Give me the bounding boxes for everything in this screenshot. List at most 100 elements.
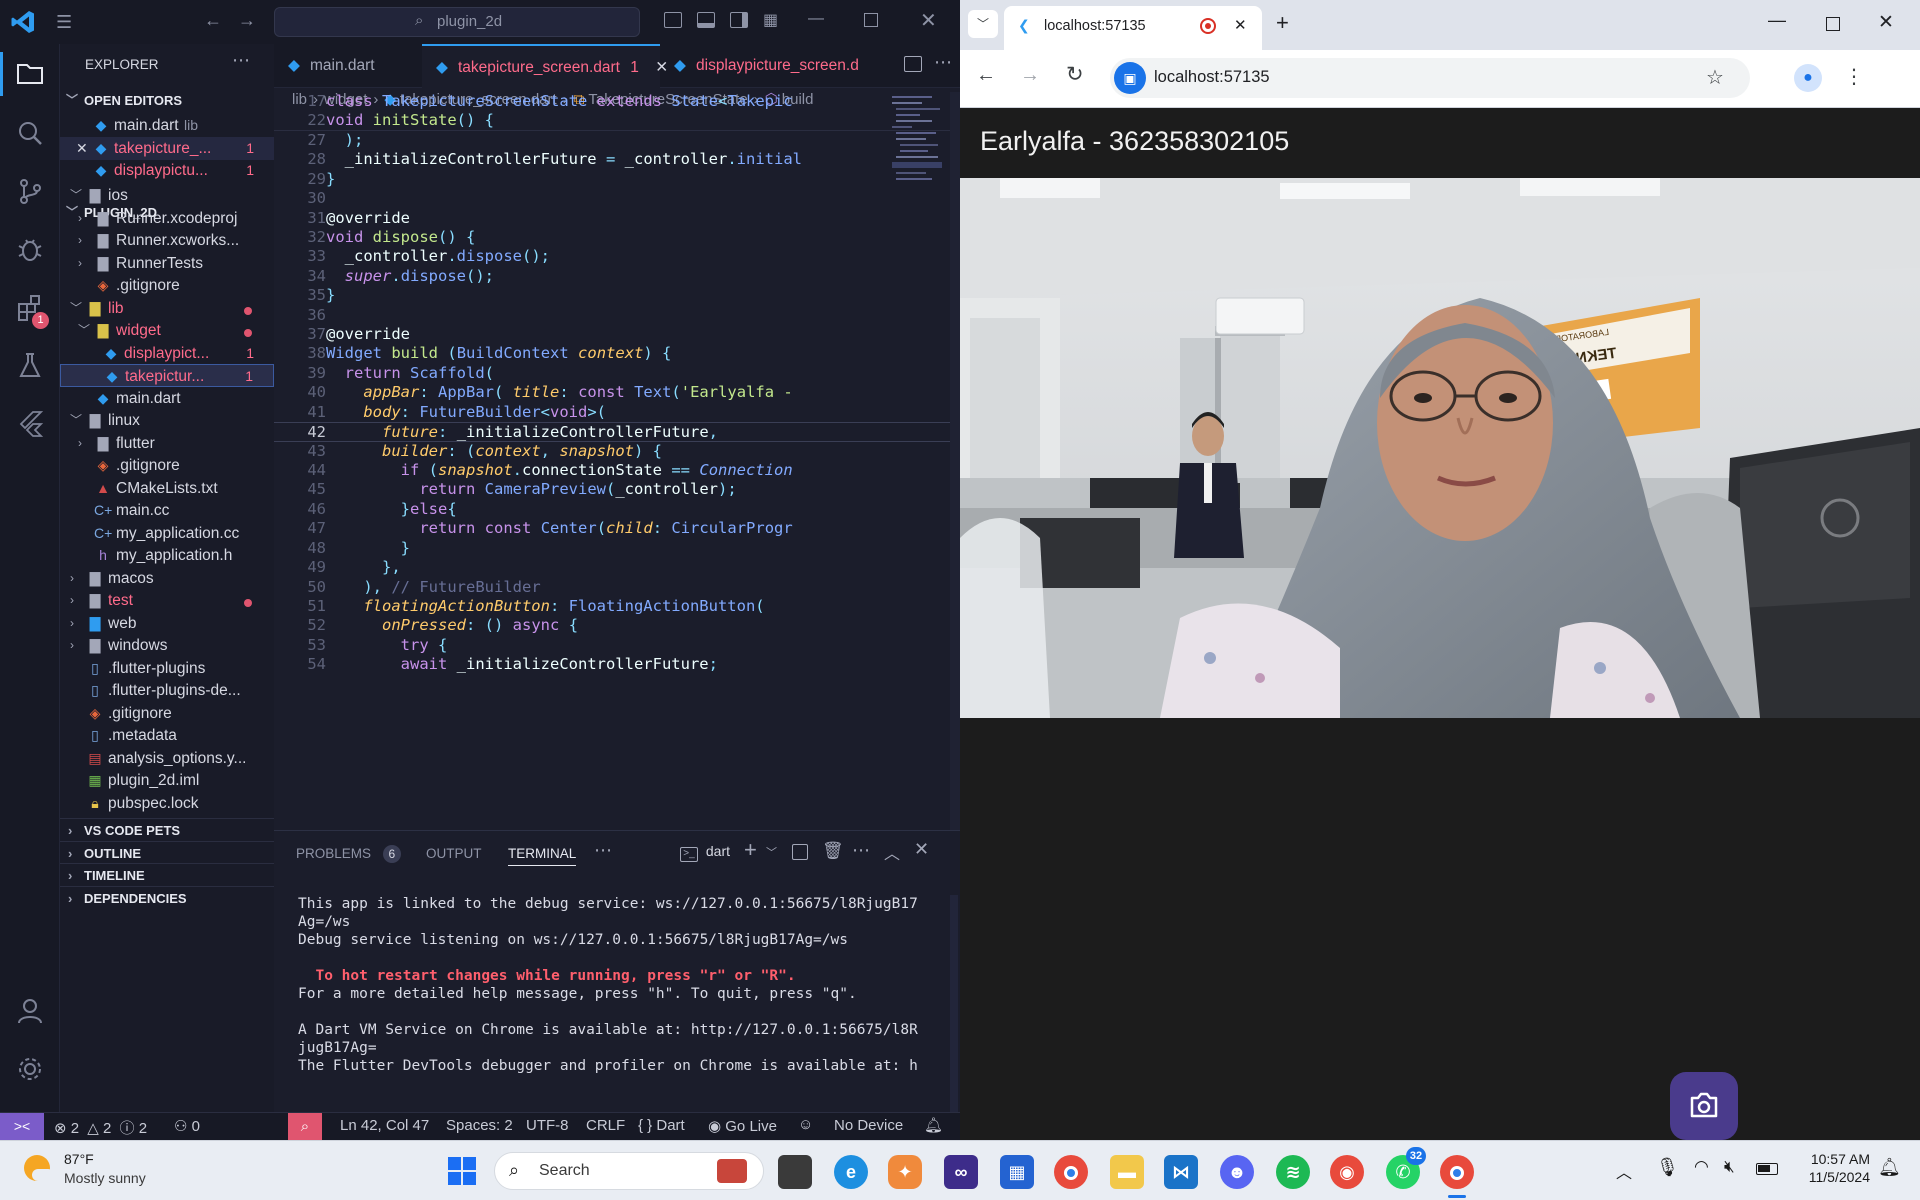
tab-displaypicture-screen[interactable]: ◆ displaypicture_screen.d bbox=[660, 44, 890, 88]
tree-folder[interactable]: › ▇ test bbox=[60, 589, 274, 612]
back-icon[interactable]: ← bbox=[976, 64, 996, 87]
panel-more-icon[interactable]: ⋯ bbox=[594, 840, 612, 861]
taskbar-search[interactable]: ⌕ Search bbox=[494, 1152, 764, 1190]
tree-file[interactable]: ◈ .gitignore bbox=[60, 274, 274, 297]
minimize-icon[interactable]: — bbox=[1768, 10, 1786, 31]
minimize-icon[interactable]: — bbox=[808, 10, 824, 28]
minimap[interactable] bbox=[888, 92, 948, 192]
tab-close-icon[interactable]: ✕ bbox=[1234, 16, 1247, 34]
panel-tab-terminal[interactable]: TERMINAL bbox=[508, 846, 577, 866]
new-tab-icon[interactable]: + bbox=[1276, 10, 1289, 36]
forward-arrow-icon[interactable]: → bbox=[238, 10, 256, 31]
testing-icon[interactable] bbox=[14, 350, 46, 382]
tab-takepicture-screen[interactable]: ◆ takepicture_screen.dart 1 ✕ bbox=[422, 44, 668, 88]
bookmark-star-icon[interactable]: ☆ bbox=[1706, 65, 1724, 90]
tree-file[interactable]: ▦ plugin_2d.iml bbox=[60, 769, 274, 792]
open-editor-item[interactable]: ✕ ◆ takepicture_... 1 bbox=[60, 136, 274, 160]
trash-icon[interactable]: 🗑 bbox=[822, 841, 844, 861]
volume-muted-icon[interactable]: 🔇︎ bbox=[1724, 1157, 1735, 1177]
tree-folder[interactable]: › ▇ windows bbox=[60, 634, 274, 657]
tree-file[interactable]: h my_application.h bbox=[60, 544, 274, 567]
encoding[interactable]: UTF-8 bbox=[526, 1117, 569, 1134]
problems-status[interactable]: ⊗ 2 △ 2 ⓘ 2 bbox=[54, 1117, 147, 1138]
tree-folder[interactable]: ﹀ ▇ widget bbox=[60, 319, 274, 342]
discord-icon[interactable]: ☻ bbox=[1220, 1155, 1254, 1189]
tree-file[interactable]: ◈ .gitignore bbox=[60, 702, 274, 725]
tree-file[interactable]: ◆ main.dart bbox=[60, 387, 274, 410]
copilot-icon[interactable]: ✦ bbox=[888, 1155, 922, 1189]
split-terminal-icon[interactable] bbox=[792, 844, 808, 860]
code-editor[interactable]: 17 class TakepictureScreenState extends S… bbox=[274, 92, 960, 830]
new-terminal-icon[interactable]: + bbox=[744, 837, 757, 863]
chrome-icon[interactable] bbox=[1054, 1155, 1088, 1189]
open-editor-item[interactable]: ◆ main.dart lib bbox=[60, 114, 274, 137]
cursor-position[interactable]: Ln 42, Col 47 bbox=[340, 1117, 429, 1134]
close-editor-icon[interactable]: ✕ bbox=[76, 137, 90, 160]
sidebar-section-header[interactable]: › DEPENDENCIES bbox=[60, 885, 274, 909]
spotify-icon[interactable]: ≋ bbox=[1276, 1155, 1310, 1189]
task-view-icon[interactable] bbox=[778, 1155, 812, 1189]
clock[interactable]: 10:57 AM 11/5/2024 bbox=[1790, 1151, 1870, 1185]
address-bar[interactable]: ▣ localhost:57135 ☆ bbox=[1110, 58, 1750, 98]
terminal-scrollbar[interactable] bbox=[950, 895, 958, 1112]
battery-icon[interactable] bbox=[1756, 1163, 1778, 1175]
tree-file[interactable]: ▯ .flutter-plugins bbox=[60, 657, 274, 680]
tree-file[interactable]: ◆ displaypict... 1 bbox=[60, 342, 274, 365]
sidebar-section-header[interactable]: › TIMELINE bbox=[60, 863, 274, 886]
tree-file[interactable]: ◈ .gitignore bbox=[60, 454, 274, 477]
go-live[interactable]: ◉ Go Live bbox=[708, 1117, 777, 1135]
ports-status[interactable]: ⚇ 0 bbox=[174, 1117, 200, 1135]
explorer-icon[interactable] bbox=[14, 58, 46, 90]
visual-studio-icon[interactable]: ∞ bbox=[944, 1155, 978, 1189]
capture-fab[interactable] bbox=[1670, 1072, 1738, 1140]
tree-file[interactable]: ◆ takepictur... 1 bbox=[60, 364, 274, 387]
tree-folder[interactable]: ﹀ ▇ linux bbox=[60, 409, 274, 432]
tree-file[interactable]: ▯ .metadata bbox=[60, 724, 274, 747]
open-editor-item[interactable]: ◆ displaypictu... 1 bbox=[60, 159, 274, 182]
tab-main-dart[interactable]: ◆ main.dart bbox=[274, 44, 422, 88]
notification-bell-icon[interactable]: 🔔︎ bbox=[1878, 1157, 1901, 1178]
device-selector[interactable]: No Device bbox=[834, 1117, 903, 1134]
copilot-icon[interactable]: ☺ bbox=[798, 1116, 813, 1133]
sidebar-section-header[interactable]: › OUTLINE bbox=[60, 840, 274, 864]
remote-icon[interactable]: >< bbox=[0, 1113, 44, 1140]
tree-folder[interactable]: › ▇ RunnerTests bbox=[60, 252, 274, 275]
tree-folder[interactable]: ﹀ ▇ ios bbox=[60, 184, 274, 207]
whatsapp-icon[interactable]: ✆ 32 bbox=[1386, 1147, 1426, 1189]
accounts-icon[interactable] bbox=[14, 996, 46, 1028]
panel-tab-problems[interactable]: PROBLEMS 6 bbox=[296, 845, 401, 863]
microsoft-store-icon[interactable]: ▦ bbox=[1000, 1155, 1034, 1189]
browser-menu-icon[interactable]: ⋮ bbox=[1844, 64, 1864, 89]
explorer-more-icon[interactable]: ⋯ bbox=[232, 50, 250, 71]
maximize-icon[interactable] bbox=[864, 13, 878, 27]
tree-file[interactable]: ▤ analysis_options.y... bbox=[60, 747, 274, 770]
file-explorer-icon[interactable]: ▬ bbox=[1110, 1155, 1144, 1189]
close-icon[interactable]: ✕ bbox=[1878, 11, 1894, 34]
indentation[interactable]: Spaces: 2 bbox=[446, 1117, 513, 1134]
split-editor-icon[interactable] bbox=[904, 56, 922, 72]
tree-file[interactable]: 🔒︎ pubspec.lock bbox=[60, 792, 274, 815]
settings-gear-icon[interactable] bbox=[14, 1054, 46, 1086]
sidebar-section-header[interactable]: › VS CODE PETS bbox=[60, 818, 274, 841]
extensions-icon[interactable]: 1 bbox=[14, 292, 49, 329]
source-control-icon[interactable] bbox=[14, 176, 46, 208]
language-mode[interactable]: { } Dart bbox=[638, 1117, 685, 1134]
close-icon[interactable]: ✕ bbox=[920, 8, 937, 33]
back-arrow-icon[interactable]: ← bbox=[204, 10, 222, 31]
eol[interactable]: CRLF bbox=[586, 1117, 625, 1134]
debug-icon[interactable] bbox=[14, 234, 46, 266]
profile-avatar-icon[interactable]: ● bbox=[1794, 64, 1822, 92]
terminal-selector[interactable]: >_ dart bbox=[680, 843, 730, 862]
toggle-secondary-sidebar-icon[interactable] bbox=[730, 12, 748, 28]
bell-icon[interactable]: 🔔︎ bbox=[924, 1116, 943, 1134]
panel-tab-output[interactable]: OUTPUT bbox=[426, 846, 482, 861]
maximize-icon[interactable] bbox=[1826, 17, 1840, 31]
browser-tab[interactable]: ❮ localhost:57135 ✕ bbox=[1004, 6, 1262, 50]
vscode-taskbar-icon[interactable]: ⋈ bbox=[1164, 1155, 1198, 1189]
tab-search-icon[interactable]: ﹀ bbox=[968, 10, 998, 38]
toggle-sidebar-icon[interactable] bbox=[664, 12, 682, 28]
reload-icon[interactable]: ↻ bbox=[1066, 62, 1084, 87]
maximize-panel-icon[interactable]: ︿ bbox=[884, 840, 900, 864]
weather-widget[interactable]: 87°F Mostly sunny bbox=[24, 1151, 184, 1191]
edge-icon[interactable]: e bbox=[834, 1155, 868, 1189]
